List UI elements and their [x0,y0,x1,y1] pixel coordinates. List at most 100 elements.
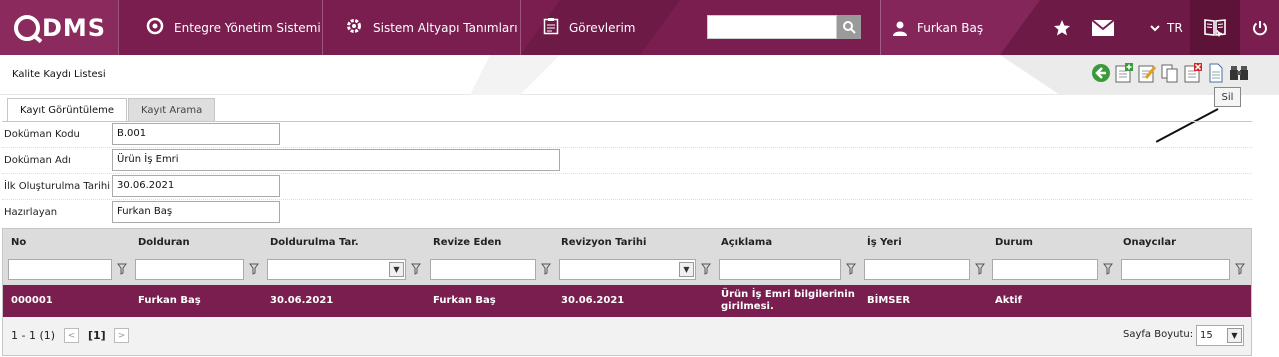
dokuman-kodu-field[interactable]: B.001 [112,123,280,145]
next-page-button[interactable]: > [114,328,129,343]
back-icon[interactable] [1090,62,1111,84]
binoculars-icon[interactable] [1228,62,1249,84]
search-icon [843,21,856,34]
filter-select-revizyon-tarihi[interactable]: ▼ [559,259,696,280]
chevron-down-icon[interactable]: ▼ [389,262,404,277]
nav-label: Entegre Yönetim Sistemi [174,20,321,35]
form-row: Hazırlayan Furkan Baş [2,200,1252,226]
filter-icon[interactable] [701,263,711,275]
table-row[interactable]: 000001 Furkan Baş 30.06.2021 Furkan Baş … [3,285,1251,317]
field-label: Doküman Kodu [4,129,80,140]
pager-current-page[interactable]: [1] [88,329,106,342]
edit-record-icon[interactable] [1136,62,1157,84]
power-icon[interactable] [1250,0,1270,55]
filter-icon[interactable] [411,263,421,275]
ilk-olusturulma-tarihi-field[interactable]: 30.06.2021 [112,175,280,197]
search-button[interactable] [837,15,861,39]
page-header [0,55,1279,95]
toolbar [1090,62,1249,84]
cell-revize-eden: Furkan Baş [433,295,496,306]
filter-icon[interactable] [249,263,259,275]
grid-header: No Dolduran Doldurulma Tar. Revize Eden … [3,229,1251,285]
divider [322,0,323,55]
filter-icon[interactable] [1235,263,1245,275]
delete-record-icon[interactable] [1182,62,1203,84]
chevron-down-icon[interactable]: ▼ [679,262,694,277]
top-navigation-bar: DMS Entegre Yönetim Sistemi Sistem Altya… [0,0,1279,55]
column-header[interactable]: Doldurulma Tar. [270,237,359,248]
user-name: Furkan Baş [917,20,984,35]
logo-text: DMS [42,14,107,42]
nav-item-entegre[interactable]: Entegre Yönetim Sistemi [146,0,321,55]
language-selector[interactable]: TR [1150,0,1183,55]
column-header[interactable]: Revizyon Tarihi [561,237,646,248]
filter-input-onaycilar[interactable] [1121,259,1230,280]
filter-icon[interactable] [975,263,985,275]
circle-logo-icon [146,17,164,38]
nav-label: Sistem Altyapı Tanımları [373,20,518,35]
column-header[interactable]: No [11,237,26,248]
user-icon [893,21,907,36]
form-row: İlk Oluşturulma Tarihi 30.06.2021 [2,174,1252,200]
filter-input-aciklama[interactable] [719,259,841,280]
grid-pager: 1 - 1 (1) < [1] > Sayfa Boyutu: 15 ▼ [3,317,1251,355]
pager-range: 1 - 1 (1) [11,329,56,342]
nav-item-gorevlerim[interactable]: Görevlerim [543,0,635,55]
app-logo[interactable]: DMS [14,13,106,43]
cell-is-yeri: BİMSER [867,295,911,306]
cell-dolduran: Furkan Baş [138,295,201,306]
cell-durum: Aktif [995,295,1022,306]
copy-record-icon[interactable] [1159,62,1180,84]
page-size-label: Sayfa Boyutu: [1123,329,1194,340]
chevron-down-icon [1150,24,1160,31]
language-code: TR [1167,20,1183,35]
chevron-down-icon[interactable]: ▼ [1227,328,1242,343]
help-book-button[interactable] [1190,0,1240,55]
hazirlayan-field[interactable]: Furkan Baş [112,201,280,223]
divider [880,0,881,55]
nav-label: Görevlerim [569,20,636,35]
field-label: İlk Oluşturulma Tarihi [4,181,111,192]
filter-select-doldurulma-tar[interactable]: ▼ [267,259,406,280]
divider [118,0,119,55]
column-header[interactable]: Durum [995,237,1033,248]
header-watermark-shapes [470,55,1279,95]
filter-input-no[interactable] [8,259,112,280]
gear-icon [345,17,363,38]
favorites-star-icon[interactable] [1052,0,1072,55]
cell-aciklama: Ürün İş Emri bilgilerinin girilmesi. [721,289,855,312]
book-icon [1204,18,1226,37]
search-input[interactable] [707,15,837,39]
filter-icon[interactable] [541,263,551,275]
tab-kayit-goruntuleme[interactable]: Kayıt Görüntüleme [7,98,128,122]
dokuman-adi-field[interactable]: Ürün İş Emri [112,149,560,171]
page-size-value: 15 [1200,330,1213,341]
column-header[interactable]: Açıklama [721,237,772,248]
tooltip: Sil [1214,87,1241,107]
column-header[interactable]: Onaycılar [1123,237,1176,248]
column-header[interactable]: Revize Eden [433,237,501,248]
document-icon[interactable] [1205,62,1226,84]
clipboard-icon [543,17,559,38]
filter-icon[interactable] [1103,263,1113,275]
divider [520,0,521,55]
filter-input-revize-eden[interactable] [430,259,536,280]
user-menu[interactable]: Furkan Baş [892,0,983,55]
filter-input-dolduran[interactable] [135,259,244,280]
column-header[interactable]: Dolduran [138,237,190,248]
nav-item-sistem-altyapi[interactable]: Sistem Altyapı Tanımları [345,0,518,55]
page-size-select[interactable]: 15 ▼ [1196,325,1244,346]
filter-icon[interactable] [846,263,856,275]
filter-icon[interactable] [117,263,127,275]
filter-input-durum[interactable] [992,259,1098,280]
column-header[interactable]: İş Yeri [867,237,902,248]
prev-page-button[interactable]: < [64,328,79,343]
new-record-icon[interactable] [1113,62,1134,84]
filter-input-is-yeri[interactable] [864,259,970,280]
form-row: Doküman Adı Ürün İş Emri [2,148,1252,174]
page-title: Kalite Kaydı Listesi [12,69,106,80]
field-label: Doküman Adı [4,155,71,166]
mail-icon[interactable] [1091,0,1115,55]
tab-kayit-arama[interactable]: Kayıt Arama [128,98,216,121]
tab-bar: Kayıt Görüntüleme Kayıt Arama [7,98,216,122]
